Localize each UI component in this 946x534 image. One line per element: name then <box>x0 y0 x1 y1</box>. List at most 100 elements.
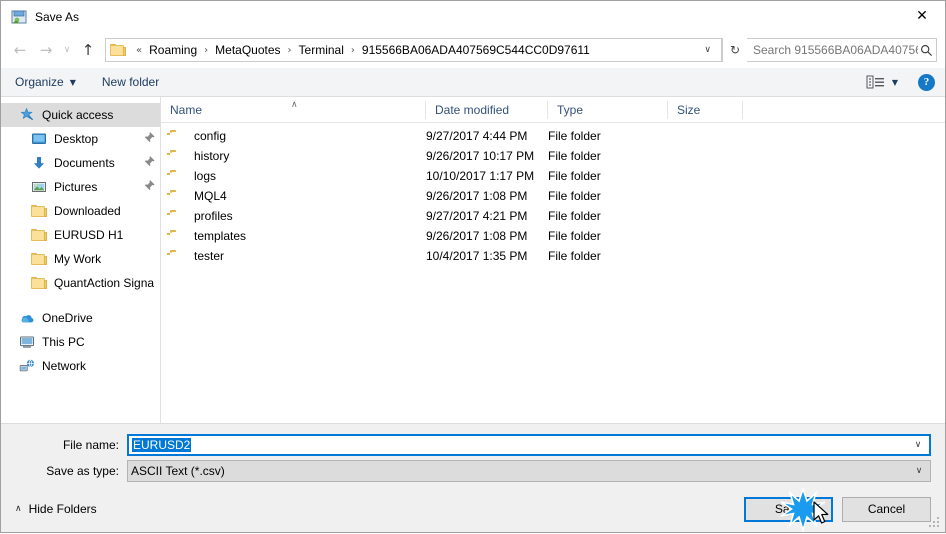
pin-icon[interactable] <box>140 130 158 148</box>
table-row[interactable]: logs 10/10/2017 1:17 PM File folder <box>161 166 945 186</box>
sidebar-item-eurusd-h1[interactable]: EURUSD H1 <box>1 223 160 247</box>
save-as-dialog: Save As ✕ ← → ∨ ↑ « Roaming › MetaQuotes… <box>0 0 946 533</box>
file-type-cell: File folder <box>548 229 601 243</box>
table-row[interactable]: tester 10/4/2017 1:35 PM File folder <box>161 246 945 266</box>
pictures-icon <box>31 179 47 195</box>
breadcrumb-prefix: « <box>136 44 143 56</box>
table-row[interactable]: templates 9/26/2017 1:08 PM File folder <box>161 226 945 246</box>
file-name-cell: tester <box>161 249 426 263</box>
save-form: File name: EURUSD2 ∨ Save as type: ASCII… <box>1 423 945 532</box>
new-folder-label: New folder <box>101 75 160 89</box>
sidebar-item-documents[interactable]: Documents <box>1 151 160 175</box>
search-input[interactable]: Search 915566BA06ADA40756... <box>747 43 918 57</box>
folder-icon <box>31 203 47 219</box>
pin-icon[interactable] <box>140 154 158 172</box>
breadcrumb-item-guid[interactable]: 915566BA06ADA407569C544CC0D97611 <box>360 43 592 57</box>
sidebar-item-onedrive[interactable]: OneDrive <box>1 306 160 330</box>
refresh-icon[interactable]: ↻ <box>722 38 747 62</box>
resize-grip[interactable] <box>929 517 941 529</box>
hide-folders-label: Hide Folders <box>28 502 97 516</box>
folder-icon <box>110 43 126 57</box>
forward-icon[interactable]: → <box>33 37 59 63</box>
table-row[interactable]: profiles 9/27/2017 4:21 PM File folder <box>161 206 945 226</box>
sidebar-item-downloaded[interactable]: Downloaded <box>1 199 160 223</box>
file-name-label: profiles <box>194 209 233 223</box>
hide-folders-button[interactable]: ∧ Hide Folders <box>1 502 97 516</box>
breadcrumb-item-roaming[interactable]: Roaming <box>147 43 199 57</box>
back-icon[interactable]: ← <box>7 37 33 63</box>
column-header-date-modified[interactable]: Date modified <box>426 100 548 119</box>
column-header-type[interactable]: Type <box>548 100 668 119</box>
folder-icon <box>31 227 47 243</box>
file-name-label: File name: <box>62 438 119 452</box>
chevron-down-icon[interactable]: ∨ <box>907 440 929 450</box>
up-icon[interactable]: ↑ <box>75 37 101 63</box>
breadcrumb-item-terminal[interactable]: Terminal <box>297 43 346 57</box>
folder-icon <box>167 149 186 163</box>
pin-icon[interactable] <box>140 178 158 196</box>
file-date-cell: 9/26/2017 10:17 PM <box>426 149 535 163</box>
file-date-cell: 9/27/2017 4:21 PM <box>426 209 528 223</box>
save-as-type-select[interactable]: ASCII Text (*.csv) ∨ <box>127 460 931 482</box>
sidebar-item-desktop[interactable]: Desktop <box>1 127 160 151</box>
save-as-type-row: Save as type: ASCII Text (*.csv) ∨ <box>1 460 945 482</box>
table-row[interactable]: MQL4 9/26/2017 1:08 PM File folder <box>161 186 945 206</box>
search-box[interactable]: Search 915566BA06ADA40756... <box>747 38 937 62</box>
sidebar-item-my-work[interactable]: My Work <box>1 247 160 271</box>
organize-button[interactable]: Organize ▼ <box>15 75 76 89</box>
save-as-type-label: Save as type: <box>46 464 119 478</box>
sidebar-item-this-pc[interactable]: This PC <box>1 330 160 354</box>
star-pin-icon <box>19 107 35 123</box>
file-name-row: File name: EURUSD2 ∨ <box>1 434 945 456</box>
table-row[interactable]: history 9/26/2017 10:17 PM File folder <box>161 146 945 166</box>
cancel-button[interactable]: Cancel <box>842 496 931 522</box>
sidebar-item-pictures[interactable]: Pictures <box>1 175 160 199</box>
column-header-size[interactable]: Size <box>668 100 743 119</box>
file-rows: config 9/27/2017 4:44 PM File folder his… <box>161 123 945 423</box>
sidebar-item-network[interactable]: Network <box>1 354 160 378</box>
navigation-pane: Quick access Desktop Documents Pictures … <box>1 97 161 423</box>
file-date-cell: 9/26/2017 1:08 PM <box>426 229 528 243</box>
file-type-cell: File folder <box>548 189 601 203</box>
folder-icon <box>167 229 186 243</box>
chevron-down-icon[interactable]: ∨ <box>908 466 930 476</box>
column-header-name[interactable]: Name ∧ <box>161 100 426 119</box>
window-title: Save As <box>35 9 80 24</box>
sidebar-item-label: Downloaded <box>54 204 121 218</box>
file-date-cell: 9/26/2017 1:08 PM <box>426 189 528 203</box>
table-row[interactable]: config 9/27/2017 4:44 PM File folder <box>161 126 945 146</box>
sidebar-item-quantaction-signal[interactable]: QuantAction Signal <box>1 271 160 295</box>
view-layout-icon[interactable] <box>866 74 886 90</box>
folder-icon <box>167 249 186 263</box>
file-name-input[interactable]: EURUSD2 ∨ <box>127 434 931 456</box>
command-bar-right: ▼ ? <box>866 73 935 91</box>
file-name-value[interactable]: EURUSD2 <box>129 438 907 452</box>
file-type-cell: File folder <box>548 129 601 143</box>
file-name-cell: config <box>161 129 426 143</box>
chevron-down-icon[interactable]: ∨ <box>696 45 721 55</box>
close-icon[interactable]: ✕ <box>899 1 945 31</box>
file-name-label: MQL4 <box>194 189 227 203</box>
chevron-down-icon[interactable]: ▼ <box>892 78 898 87</box>
desktop-icon <box>31 131 47 147</box>
address-bar[interactable]: « Roaming › MetaQuotes › Terminal › 9155… <box>105 38 722 62</box>
breadcrumb-item-metaquotes[interactable]: MetaQuotes <box>213 43 282 57</box>
search-icon <box>918 44 936 57</box>
file-name-cell: templates <box>161 229 426 243</box>
folder-icon <box>167 209 186 223</box>
recent-locations-icon[interactable]: ∨ <box>59 37 75 63</box>
sidebar-item-label: My Work <box>54 252 102 266</box>
sidebar-item-quick-access[interactable]: Quick access <box>1 103 160 127</box>
save-as-type-value: ASCII Text (*.csv) <box>131 464 225 478</box>
file-name-cell: logs <box>161 169 426 183</box>
save-button[interactable]: Save <box>744 496 833 522</box>
sidebar-item-label: Documents <box>54 156 115 170</box>
chevron-up-icon: ∧ <box>15 504 22 514</box>
help-icon[interactable]: ? <box>918 73 935 91</box>
new-folder-button[interactable]: New folder <box>102 75 159 89</box>
breadcrumb-separator: › <box>350 44 355 56</box>
command-bar: Organize ▼ New folder ▼ ? <box>1 68 945 97</box>
sidebar-item-label: Desktop <box>54 132 99 146</box>
sidebar-item-label: Network <box>42 359 87 373</box>
